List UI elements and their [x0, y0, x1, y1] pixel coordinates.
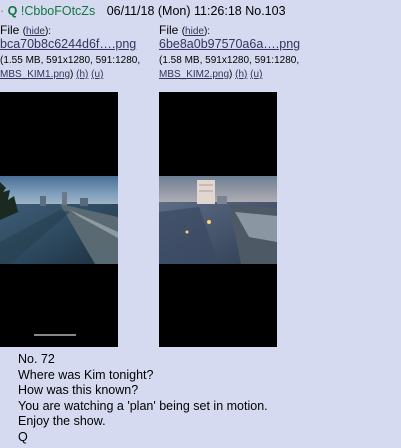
message-line: Q [18, 429, 28, 444]
file-h-link[interactable]: (h) [76, 69, 88, 80]
file-info-1: File (hide): bca70b8c6244d6f….png (1.55 … [0, 24, 150, 81]
post-header: · Q !CbboFOtcZs 06/11/18 (Mon) 11:26:18 … [0, 4, 286, 18]
pool-skyline-photo [0, 176, 118, 336]
message-line: Where was Kim tonight? [18, 367, 154, 382]
poster-tripcode: !CbboFOtcZs [20, 4, 96, 18]
hide-link[interactable]: hide [185, 26, 204, 37]
file-meta: (1.58 MB, 591x1280, 591:1280, [159, 55, 300, 66]
file-u-link[interactable]: (u) [250, 69, 262, 80]
message-line: How was this known? [18, 383, 139, 398]
thumbnail-image-1[interactable] [0, 92, 118, 347]
hide-link[interactable]: hide [26, 26, 45, 37]
post-datetime: 06/11/18 (Mon) 11:26:18 [106, 4, 242, 18]
original-filename-link[interactable]: MBS_KIM2.png [159, 69, 229, 80]
message-line: Enjoy the show. [18, 414, 106, 429]
file-h-link[interactable]: (h) [235, 69, 247, 80]
message-line: You are watching a 'plan' being set in m… [18, 398, 268, 413]
file-name-link[interactable]: bca70b8c6244d6f….png [0, 37, 136, 51]
file-name-link[interactable]: 6be8a0b97570a6a….png [159, 37, 300, 51]
post-marker: · [0, 4, 5, 18]
file-label: File [159, 23, 179, 37]
file-u-link[interactable]: (u) [91, 69, 103, 80]
post-number-link[interactable]: No.103 [245, 4, 285, 18]
original-filename-link[interactable]: MBS_KIM1.png [0, 69, 70, 80]
file-info-2: File (hide): 6be8a0b97570a6a….png (1.58 … [159, 24, 309, 81]
poster-name: Q [7, 4, 18, 18]
thumbnail-image-2[interactable] [159, 92, 277, 347]
message-line: No. 72 [18, 352, 55, 366]
post-message: No. 72 Where was Kim tonight? How was th… [18, 352, 268, 446]
file-label: File [0, 23, 20, 37]
pool-skyline-photo [159, 176, 277, 264]
file-meta: (1.55 MB, 591x1280, 591:1280, [0, 55, 141, 66]
